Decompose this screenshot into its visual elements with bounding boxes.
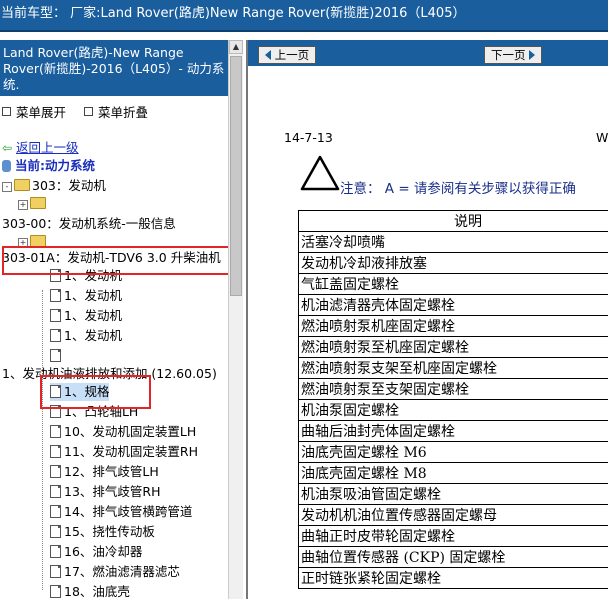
- note-text: 注意： A = 请参阅有关步骤以获得正确: [340, 181, 576, 197]
- left-pane-title: Land Rover(路虎)-New Range Rover(新揽胜)-2016…: [0, 40, 228, 96]
- tree-node-303[interactable]: -303：发动机: [2, 177, 106, 195]
- next-arrow-icon: [529, 50, 536, 60]
- document-icon: [50, 349, 61, 362]
- left-nav-pane: Land Rover(路虎)-New Range Rover(新揽胜)-2016…: [0, 40, 228, 599]
- doc-page-ref: W: [596, 130, 608, 145]
- table-row: 油底壳固定螺栓 M8: [298, 462, 608, 484]
- folder-icon: [30, 197, 46, 209]
- document-icon: [50, 385, 61, 398]
- expand-toggle-icon: +: [18, 200, 28, 210]
- expand-icon: [2, 107, 11, 116]
- document-icon: [50, 289, 61, 302]
- document-icon: [50, 405, 61, 418]
- table-row: 发动机冷却液排放塞: [298, 252, 608, 274]
- table-row: 曲轴位置传感器 (CKP) 固定螺栓: [298, 546, 608, 568]
- warning-triangle-icon: [300, 155, 340, 191]
- menu-collapse-button[interactable]: 菜单折叠: [84, 105, 148, 120]
- scroll-thumb[interactable]: [230, 56, 242, 296]
- back-link[interactable]: ⇦ 返回上一级: [2, 139, 79, 157]
- document-icon: [50, 269, 61, 282]
- table-row: 燃油喷射泵至机座固定螺栓: [298, 336, 608, 358]
- table-row: 燃油喷射泵机座固定螺栓: [298, 315, 608, 337]
- table-row: 气缸盖固定螺栓: [298, 273, 608, 295]
- back-arrow-icon: ⇦: [2, 141, 13, 155]
- tree-node-303-00[interactable]: 303-00：发动机系统-一般信息: [2, 215, 176, 233]
- table-row: 正时链张紧轮固定螺栓: [298, 567, 608, 589]
- tree-leaf[interactable]: 1、凸轮轴LH: [50, 403, 138, 421]
- document-icon: [50, 545, 61, 558]
- database-icon: [2, 160, 11, 172]
- document-icon: [50, 505, 61, 518]
- tree-leaf[interactable]: 10、发动机固定装置LH: [50, 423, 196, 441]
- document-icon: [50, 309, 61, 322]
- vehicle-title: 当前车型： 厂家:Land Rover(路虎)New Range Rover(新…: [1, 6, 466, 21]
- document-icon: [50, 329, 61, 342]
- top-bar: 当前车型： 厂家:Land Rover(路虎)New Range Rover(新…: [0, 0, 608, 32]
- doc-date: 14-7-13: [284, 130, 333, 145]
- folder-icon: [14, 179, 30, 191]
- tree-leaf[interactable]: 1、发动机: [50, 287, 122, 305]
- tree-leaf[interactable]: 15、挠性传动板: [50, 523, 155, 541]
- folder-icon: [30, 235, 46, 247]
- tree-leaf[interactable]: 1、发动机: [50, 307, 122, 325]
- prev-arrow-icon: [265, 50, 271, 60]
- tree-leaf[interactable]: 17、燃油滤清器滤芯: [50, 563, 180, 581]
- tree-leaf[interactable]: 14、排气歧管横跨管道: [50, 503, 192, 521]
- left-scrollbar[interactable]: ▲: [228, 40, 243, 599]
- spec-table: 说明 活塞冷却喷嘴 发动机冷却液排放塞 气缸盖固定螺栓 机油滤清器壳体固定螺栓 …: [298, 210, 608, 589]
- page-nav-bar: 上一页 下一页: [248, 40, 608, 66]
- document-icon: [50, 425, 61, 438]
- tree-node-303-01a[interactable]: 303-01A：发动机-TDV6 3.0 升柴油机: [2, 249, 221, 267]
- menu-expand-button[interactable]: 菜单展开: [2, 105, 66, 120]
- table-row: 油底壳固定螺栓 M6: [298, 441, 608, 463]
- scroll-up-icon[interactable]: ▲: [229, 40, 243, 54]
- next-page-button[interactable]: 下一页: [484, 46, 543, 64]
- table-row: 机油泵吸油管固定螺栓: [298, 483, 608, 505]
- table-row: 燃油喷射泵支架至机座固定螺栓: [298, 357, 608, 379]
- document-pane: 上一页 下一页 14-7-13 W 注意： A = 请参阅有关步骤以获得正确 说…: [246, 40, 608, 599]
- tree-leaf-selected[interactable]: 1、规格: [50, 383, 110, 401]
- tree-leaf[interactable]: 1、发动机: [50, 327, 122, 345]
- table-row: 曲轴后油封壳体固定螺栓: [298, 420, 608, 442]
- tree-leaf[interactable]: 1、发动机: [50, 267, 122, 285]
- document-icon: [50, 525, 61, 538]
- prev-page-button[interactable]: 上一页: [258, 46, 317, 64]
- document-icon: [50, 465, 61, 478]
- tree-connector: [42, 290, 43, 590]
- tree-leaf[interactable]: 12、排气歧管LH: [50, 463, 159, 481]
- table-row: 机油滤清器壳体固定螺栓: [298, 294, 608, 316]
- collapse-icon: [84, 107, 93, 116]
- tree-leaf[interactable]: 1、发动机油液排放和添加 (12.60.05): [2, 365, 217, 383]
- table-header: 说明: [298, 210, 608, 232]
- collapse-toggle-icon: -: [2, 182, 12, 192]
- table-row: 燃油喷射泵至支架固定螺栓: [298, 378, 608, 400]
- tree-leaf[interactable]: 18、油底壳: [50, 583, 130, 599]
- table-row: 曲轴正时皮带轮固定螺栓: [298, 525, 608, 547]
- document-icon: [50, 585, 61, 598]
- document-icon: [50, 485, 61, 498]
- expand-toggle-icon: +: [18, 238, 28, 248]
- table-row: 发动机机油位置传感器固定螺母: [298, 504, 608, 526]
- menu-controls: 菜单展开 菜单折叠: [2, 102, 162, 121]
- tree-leaf[interactable]: [50, 347, 64, 365]
- tree-leaf[interactable]: 13、排气歧管RH: [50, 483, 161, 501]
- table-row: 机油泵固定螺栓: [298, 399, 608, 421]
- table-row: 活塞冷却喷嘴: [298, 231, 608, 253]
- tree-leaf[interactable]: 11、发动机固定装置RH: [50, 443, 198, 461]
- document-icon: [50, 445, 61, 458]
- document-icon: [50, 565, 61, 578]
- tree-node-folder[interactable]: +: [18, 195, 48, 213]
- tree-leaf[interactable]: 16、油冷却器: [50, 543, 142, 561]
- current-section: 当前:动力系统: [2, 157, 95, 175]
